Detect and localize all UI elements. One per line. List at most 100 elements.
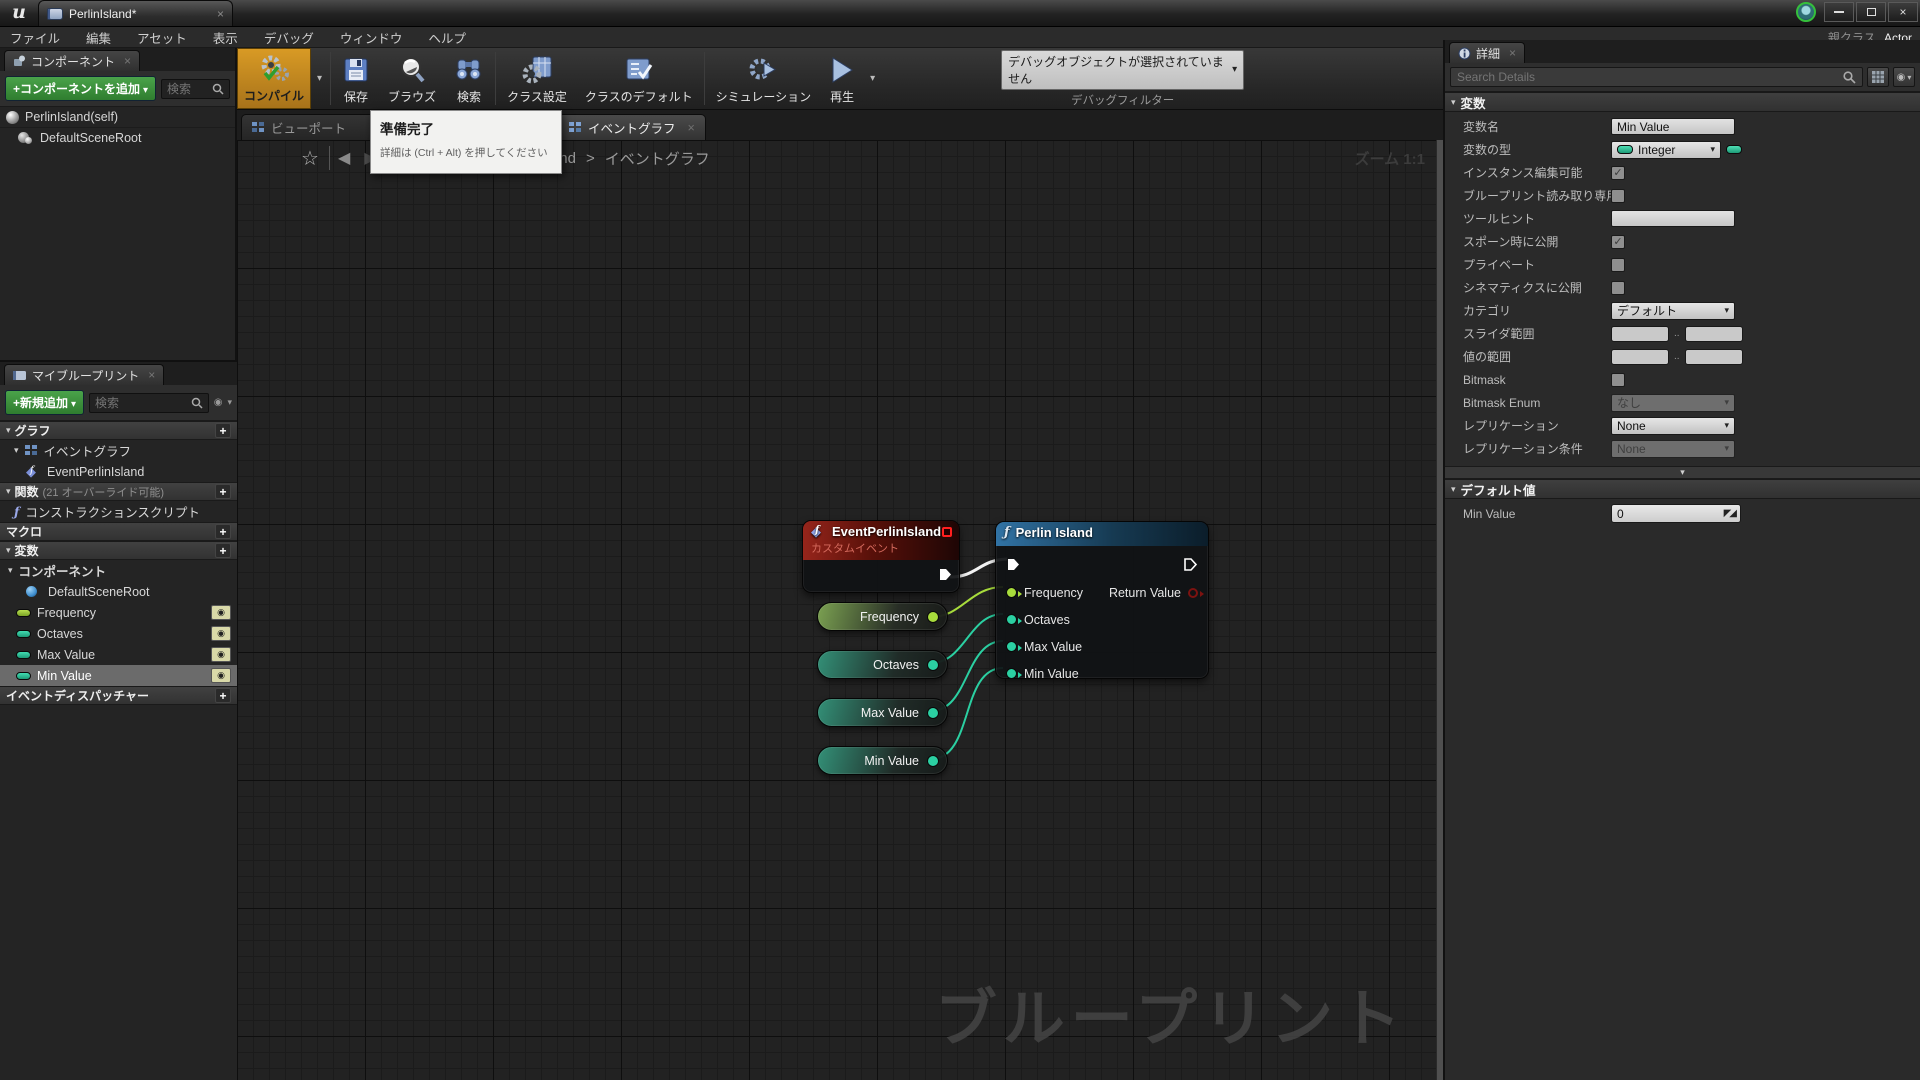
value-range-max-input[interactable] (1685, 349, 1743, 365)
my-blueprint-search[interactable] (89, 393, 209, 413)
menu-window[interactable]: ウィンドウ (340, 28, 403, 47)
compile-button[interactable]: コンパイル (237, 48, 311, 109)
bitmask-checkbox[interactable] (1611, 373, 1625, 387)
find-button[interactable]: 検索 (445, 48, 493, 109)
component-item-self[interactable]: PerlinIsland(self) (0, 107, 235, 127)
exec-out-pin[interactable] (938, 567, 953, 585)
back-arrow-icon[interactable]: ◀ (338, 148, 350, 168)
add-function-button[interactable]: + (215, 484, 231, 499)
exec-out-pin[interactable] (1183, 557, 1198, 575)
replication-dropdown[interactable]: None ▾ (1611, 417, 1735, 435)
menu-debug[interactable]: デバッグ (264, 28, 314, 47)
visibility-eye-icon[interactable]: ◉ (211, 626, 231, 641)
components-search[interactable] (161, 79, 230, 99)
close-button[interactable]: × (1888, 2, 1918, 22)
item-default-scene-root[interactable]: DefaultSceneRoot (0, 581, 237, 602)
exec-in-pin[interactable] (1006, 557, 1021, 575)
variable-name-input[interactable] (1611, 118, 1735, 135)
section-variables[interactable]: ▾変数 + (0, 541, 237, 560)
section-functions[interactable]: ▾関数 (21 オーバーライド可能) + (0, 482, 237, 501)
getter-min-value[interactable]: Min Value (817, 746, 948, 775)
restore-button[interactable] (1856, 2, 1886, 22)
compile-options-caret[interactable]: ▾ (311, 48, 328, 109)
menu-view[interactable]: 表示 (213, 28, 238, 47)
add-dispatcher-button[interactable]: + (215, 688, 231, 703)
tab-close-icon[interactable]: × (148, 368, 155, 382)
default-min-value-input[interactable]: 0 ◤◢ (1611, 504, 1741, 523)
tab-close-icon[interactable]: × (124, 54, 131, 68)
section-event-dispatchers[interactable]: イベントディスパッチャー + (0, 686, 237, 705)
variable-row-frequency[interactable]: Frequency ◉ (0, 602, 237, 623)
tab-my-blueprint[interactable]: マイブループリント × (4, 364, 164, 385)
debug-object-dropdown[interactable]: デバッグオブジェクトが選択されていません ▾ (1001, 50, 1244, 90)
menu-edit[interactable]: 編集 (86, 28, 111, 47)
minimize-button[interactable] (1824, 2, 1854, 22)
component-item-sceneroot[interactable]: DefaultSceneRoot (0, 127, 235, 148)
document-tab[interactable]: PerlinIsland* × (38, 0, 233, 26)
category-dropdown[interactable]: デフォルト ▾ (1611, 302, 1735, 320)
slider-range-max-input[interactable] (1685, 326, 1743, 342)
getter-output-pin[interactable] (927, 659, 939, 671)
breadcrumb-current[interactable]: イベントグラフ (605, 148, 710, 169)
visibility-eye-icon[interactable]: ◉ (211, 647, 231, 662)
private-checkbox[interactable] (1611, 258, 1625, 272)
variable-row-octaves[interactable]: Octaves ◉ (0, 623, 237, 644)
filter-eye-icon[interactable]: ◉ (214, 397, 223, 408)
menu-asset[interactable]: アセット (137, 28, 187, 47)
visibility-eye-icon[interactable]: ◉ (211, 605, 231, 620)
add-component-button[interactable]: +コンポーネントを追加▾ (5, 76, 156, 101)
tab-details[interactable]: 詳細 × (1449, 42, 1525, 63)
pin-frequency[interactable] (1006, 587, 1017, 598)
menu-help[interactable]: ヘルプ (428, 28, 466, 47)
tab-close-icon[interactable]: × (688, 121, 695, 135)
visibility-eye-icon[interactable]: ◉ (211, 668, 231, 683)
favorite-star-icon[interactable]: ☆ (301, 146, 319, 171)
section-default-value[interactable]: ▾ デフォルト値 (1445, 479, 1920, 499)
node-event-perlinisland[interactable]: ◆f EventPerlinIsland カスタムイベント (802, 520, 960, 593)
getter-output-pin[interactable] (927, 707, 939, 719)
tab-event-graph[interactable]: イベントグラフ × (558, 114, 706, 140)
launcher-status-icon[interactable] (1796, 2, 1816, 22)
variable-type-dropdown[interactable]: Integer ▾ (1611, 141, 1721, 159)
pin-octaves[interactable] (1006, 614, 1017, 625)
graph-scrollbar[interactable] (1436, 140, 1443, 1080)
getter-frequency[interactable]: Frequency (817, 602, 948, 631)
expose-to-cinematics-checkbox[interactable] (1611, 281, 1625, 295)
slider-range-min-input[interactable] (1611, 326, 1669, 342)
section-variable[interactable]: ▾ 変数 (1445, 92, 1920, 112)
tab-components[interactable]: コンポーネント × (4, 50, 140, 71)
instance-editable-checkbox[interactable]: ✓ (1611, 166, 1625, 180)
value-range-min-input[interactable] (1611, 349, 1669, 365)
simulate-button[interactable]: シミュレーション (707, 48, 821, 109)
tab-close-icon[interactable]: × (1509, 46, 1516, 60)
item-construction-script[interactable]: ƒ コンストラクションスクリプト (0, 501, 237, 522)
menu-file[interactable]: ファイル (10, 28, 60, 47)
pin-return-value[interactable] (1188, 588, 1198, 598)
pin-max-value[interactable] (1006, 641, 1017, 652)
group-components[interactable]: ▾ コンポーネント (0, 560, 237, 581)
item-event-perlinisland[interactable]: ◆f EventPerlinIsland (0, 461, 237, 482)
section-macros[interactable]: マクロ + (0, 522, 237, 541)
variable-row-min-value[interactable]: Min Value ◉ (0, 665, 237, 686)
document-tab-close-icon[interactable]: × (217, 7, 224, 21)
save-button[interactable]: 保存 (333, 48, 379, 109)
filter-caret-icon[interactable]: ▾ (227, 397, 232, 408)
tooltip-input[interactable] (1611, 210, 1735, 227)
property-matrix-button[interactable] (1867, 67, 1889, 87)
new-add-button[interactable]: +新規追加▾ (5, 390, 84, 415)
node-perlin-island[interactable]: ƒ Perlin Island Frequency Return Value (995, 521, 1209, 679)
expose-on-spawn-checkbox[interactable]: ✓ (1611, 235, 1625, 249)
browse-button[interactable]: ブラウズ (379, 48, 445, 109)
blueprint-readonly-checkbox[interactable] (1611, 189, 1625, 203)
section-graphs[interactable]: ▾グラフ + (0, 421, 237, 440)
getter-output-pin[interactable] (927, 611, 939, 623)
event-graph-canvas[interactable]: ☆ ◀ ▶ PerlinIsland > イベントグラフ ズーム 1:1 (237, 140, 1443, 1080)
getter-octaves[interactable]: Octaves (817, 650, 948, 679)
expand-value-icon[interactable]: ◤◢ (1724, 508, 1735, 519)
advanced-expander[interactable]: ▾ (1445, 466, 1920, 479)
add-variable-button[interactable]: + (215, 543, 231, 558)
add-graph-button[interactable]: + (215, 423, 231, 438)
add-macro-button[interactable]: + (215, 524, 231, 539)
class-defaults-button[interactable]: クラスのデフォルト (576, 48, 702, 109)
play-options-caret[interactable]: ▾ (864, 48, 881, 109)
